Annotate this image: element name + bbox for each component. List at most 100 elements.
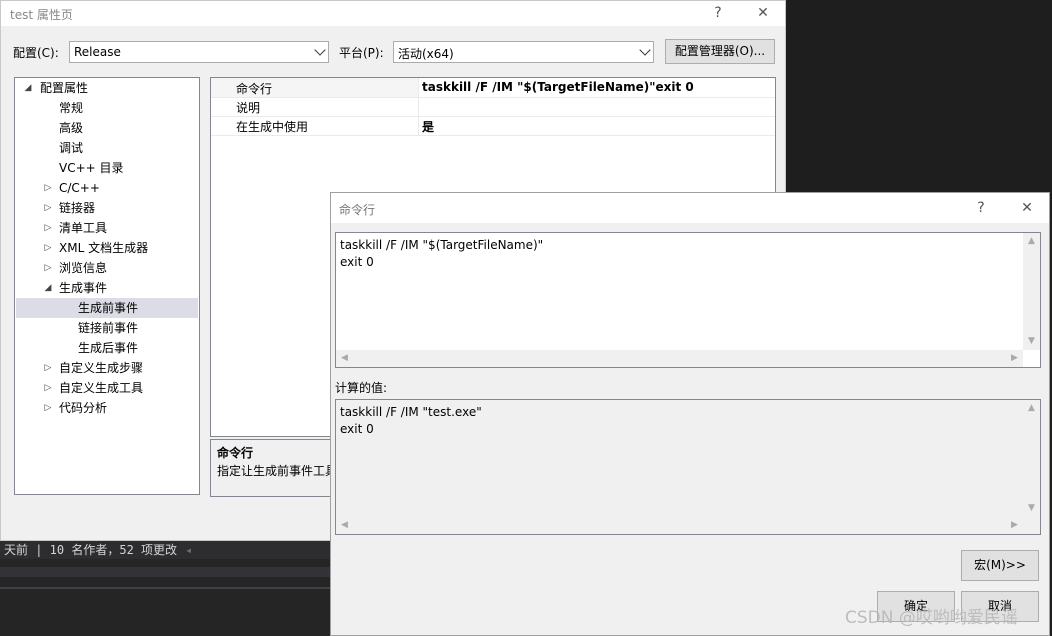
scroll-down-icon[interactable]: ▼: [1023, 500, 1040, 517]
config-manager-button[interactable]: 配置管理器(O)...: [665, 39, 775, 64]
tree-item-custom-build-step[interactable]: ▷ 自定义生成步骤: [15, 358, 199, 378]
tree-item-label: 生成前事件: [78, 301, 139, 315]
tree-item-label: 生成事件: [59, 281, 108, 295]
evaluated-text: taskkill /F /IM "test.exe" exit 0: [340, 405, 482, 436]
tree-item-linker[interactable]: ▷ 链接器: [15, 198, 199, 218]
help-icon[interactable]: ?: [708, 4, 728, 22]
tree-item-label: VC++ 目录: [59, 161, 124, 175]
grid-separator: [418, 97, 419, 116]
command-line-dialog: 命令行 ? ✕ taskkill /F /IM "$(TargetFileNam…: [330, 192, 1050, 636]
horizontal-scrollbar[interactable]: ◀ ▶: [336, 350, 1023, 367]
evaluated-value-label: 计算的值:: [335, 381, 388, 395]
ide-bottom-panel: [0, 559, 330, 636]
tree-item-label: 清单工具: [59, 221, 108, 235]
window-title: test 属性页: [10, 8, 73, 22]
expand-icon[interactable]: ▷: [43, 198, 53, 218]
expand-icon[interactable]: ▷: [43, 398, 53, 418]
expand-icon[interactable]: ◢: [43, 278, 53, 298]
scroll-up-icon[interactable]: ▲: [1023, 400, 1040, 417]
ide-status-bar: 天前 | 10 名作者，52 项更改 ◂: [0, 541, 330, 559]
grid-row[interactable]: 命令行 taskkill /F /IM "$(TargetFileName)"e…: [211, 78, 775, 98]
expand-icon[interactable]: ▷: [43, 378, 53, 398]
watermark: CSDN @哎哟哟爱民谣: [845, 608, 1018, 628]
expand-icon[interactable]: ◢: [23, 78, 33, 98]
tree-item-advanced[interactable]: 高级: [15, 118, 199, 138]
platform-select[interactable]: 活动(x64): [393, 41, 654, 63]
tree-item-code-analysis[interactable]: ▷ 代码分析: [15, 398, 199, 418]
tree-item-custom-build-tool[interactable]: ▷ 自定义生成工具: [15, 378, 199, 398]
config-label: 配置(C):: [13, 46, 59, 60]
vertical-scrollbar[interactable]: ▲ ▼: [1023, 233, 1040, 350]
grid-value[interactable]: 是: [422, 118, 434, 135]
config-value: Release: [74, 45, 121, 59]
expand-icon[interactable]: ▷: [43, 258, 53, 278]
chevron-down-icon: [639, 44, 651, 56]
ide-divider: [0, 567, 330, 577]
macros-button[interactable]: 宏(M)>>: [961, 550, 1039, 581]
config-select[interactable]: Release: [69, 41, 329, 63]
expand-icon[interactable]: ▷: [43, 178, 53, 198]
tree-item-label: 自定义生成步骤: [59, 361, 144, 375]
ide-divider: [0, 587, 330, 589]
command-text[interactable]: taskkill /F /IM "$(TargetFileName)" exit…: [340, 237, 543, 271]
grid-key: 命令行: [236, 82, 273, 96]
horizontal-scrollbar[interactable]: ◀ ▶: [336, 517, 1023, 534]
grid-row[interactable]: 说明: [211, 97, 775, 117]
tree-item-config-properties[interactable]: ◢ 配置属性: [15, 78, 199, 98]
scroll-down-icon[interactable]: ▼: [1023, 333, 1040, 350]
tree-item-label: 常规: [59, 101, 84, 115]
close-icon[interactable]: ✕: [1017, 199, 1037, 217]
scroll-left-icon[interactable]: ◀: [336, 350, 353, 367]
scroll-right-icon[interactable]: ▶: [1006, 350, 1023, 367]
scroll-right-icon[interactable]: ▶: [1006, 517, 1023, 534]
tree-item-build-events[interactable]: ◢ 生成事件: [15, 278, 199, 298]
tree-item-debugging[interactable]: 调试: [15, 138, 199, 158]
expand-icon[interactable]: ▷: [43, 238, 53, 258]
tree-item-pre-link-event[interactable]: 链接前事件: [15, 318, 199, 338]
tree-item-label: 生成后事件: [78, 341, 139, 355]
expand-icon[interactable]: ▷: [43, 218, 53, 238]
title-bar: test 属性页 ? ✕: [1, 1, 785, 26]
platform-label: 平台(P):: [339, 46, 384, 60]
command-textarea[interactable]: taskkill /F /IM "$(TargetFileName)" exit…: [335, 232, 1041, 368]
grid-separator: [418, 116, 419, 135]
dialog-title: 命令行: [339, 203, 376, 217]
grid-key: 在生成中使用: [236, 120, 309, 134]
tree-item-general[interactable]: 常规: [15, 98, 199, 118]
close-icon[interactable]: ✕: [753, 4, 773, 22]
scroll-left-icon: ◂: [185, 543, 193, 557]
grid-key: 说明: [236, 101, 261, 115]
scroll-left-icon[interactable]: ◀: [336, 517, 353, 534]
description-title: 命令行: [217, 446, 254, 460]
evaluated-textarea: taskkill /F /IM "test.exe" exit 0 ▲ ▼ ◀ …: [335, 399, 1041, 535]
grid-separator: [418, 78, 419, 97]
description-text: 指定让生成前事件工具: [217, 464, 338, 478]
platform-value: 活动(x64): [398, 47, 454, 61]
tree-item-xml-doc-generator[interactable]: ▷ XML 文档生成器: [15, 238, 199, 258]
tree-item-pre-build-event[interactable]: 生成前事件: [16, 298, 198, 318]
tree-item-label: 浏览信息: [59, 261, 108, 275]
tree-item-label: 高级: [59, 121, 84, 135]
title-bar: 命令行 ? ✕: [331, 193, 1049, 223]
tree-item-label: 代码分析: [59, 401, 108, 415]
tree-item-label: XML 文档生成器: [59, 241, 149, 255]
ide-status-text: 天前 | 10 名作者，52 项更改: [4, 543, 178, 557]
vertical-scrollbar[interactable]: ▲ ▼: [1023, 400, 1040, 517]
grid-value[interactable]: taskkill /F /IM "$(TargetFileName)"exit …: [422, 80, 694, 94]
tree-item-vc-directories[interactable]: VC++ 目录: [15, 158, 199, 178]
scroll-up-icon[interactable]: ▲: [1023, 233, 1040, 250]
tree-item-post-build-event[interactable]: 生成后事件: [15, 338, 199, 358]
expand-icon[interactable]: ▷: [43, 358, 53, 378]
grid-row[interactable]: 在生成中使用 是: [211, 116, 775, 136]
tree-item-label: 自定义生成工具: [59, 381, 144, 395]
tree-item-label: 链接器: [59, 201, 96, 215]
tree-item-label: 配置属性: [40, 81, 89, 95]
tree-item-browse-info[interactable]: ▷ 浏览信息: [15, 258, 199, 278]
property-tree: ◢ 配置属性 常规 高级 调试 VC++ 目录 ▷ C/C++ ▷ 链接器 ▷ 清单工具…: [14, 77, 200, 495]
tree-item-label: C/C++: [59, 181, 100, 195]
tree-item-cpp[interactable]: ▷ C/C++: [15, 178, 199, 198]
tree-item-manifest-tool[interactable]: ▷ 清单工具: [15, 218, 199, 238]
help-icon[interactable]: ?: [971, 199, 991, 217]
chevron-down-icon: [314, 44, 326, 56]
tree-item-label: 链接前事件: [78, 321, 139, 335]
